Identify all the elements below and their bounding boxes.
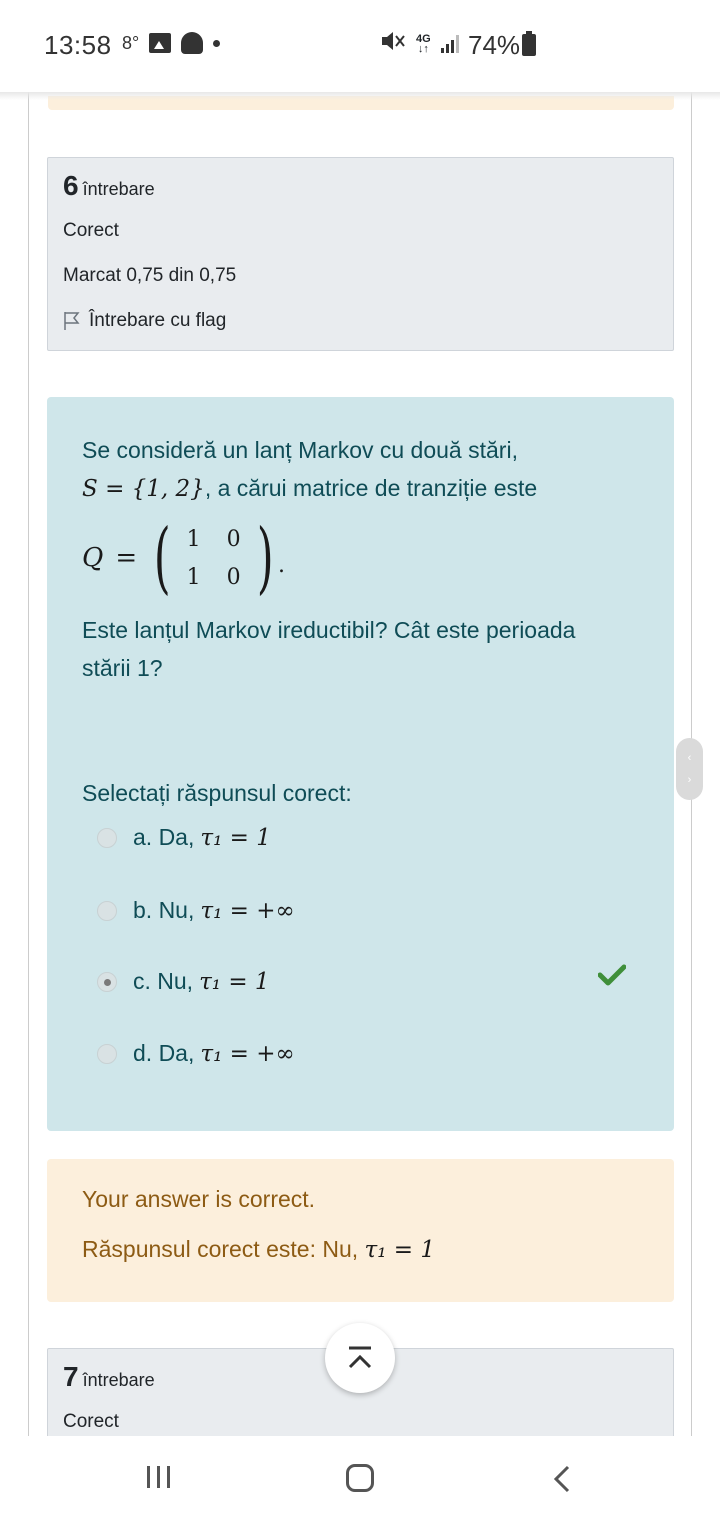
question-line: Este lanțul Markov ireductibil? Cât este… [82,617,576,643]
battery-icon [522,31,536,56]
temperature-indicator: 8° [122,32,140,53]
question-state: Corect [63,220,119,241]
correct-answer-line: Răspunsul corect este: Nu, τ₁ = 1 [82,1236,436,1263]
edge-panel-handle[interactable]: ‹ › [676,738,703,800]
option-math: τ₁ = 1 [200,824,271,851]
home-button[interactable] [346,1464,374,1492]
top-shadow [0,92,720,100]
matrix-variable: Q [82,543,104,573]
gallery-icon [149,33,172,53]
system-nav-bar [0,1436,720,1520]
scroll-to-top-button[interactable] [325,1323,395,1393]
radio-button[interactable] [97,827,117,848]
flag-question-link[interactable]: Întrebare cu flag [63,310,226,332]
answer-option-d[interactable]: d. Da, τ₁ = +∞ [97,1040,295,1067]
option-math: τ₁ = 1 [199,968,270,995]
answer-prompt: Selectați răspunsul corect: [82,780,352,806]
question-info-box: 6 întrebare Corect Marcat 0,75 din 0,75 Î… [47,157,674,351]
more-notifications-dot-icon [213,39,221,47]
radio-button[interactable] [97,900,117,921]
right-paren-icon: ) [256,513,274,603]
flag-icon [63,311,81,331]
chevron-down-icon: › [687,774,692,786]
snapchat-icon [181,32,204,54]
left-paren-icon: ( [153,513,171,603]
question-number: 7 întrebare [63,1361,155,1392]
matrix-equals: = [115,543,138,573]
recents-button[interactable] [147,1466,170,1488]
back-icon [553,1465,570,1493]
answer-option-c[interactable]: c. Nu, τ₁ = 1 [97,968,270,995]
matrix-cell: 1 [186,526,201,552]
battery-percent: 74% [468,30,521,60]
question-number: 6 întrebare [63,170,155,201]
answer-option-b[interactable]: b. Nu, τ₁ = +∞ [97,897,295,924]
question-intro: Se consideră un lanț Markov cu două stăr… [82,437,518,463]
back-button[interactable] [552,1464,572,1499]
scroll-to-top-icon [348,1346,372,1369]
transition-matrix: Q = ( 1 0 1 0 ) . [82,515,285,601]
radio-button[interactable] [97,1043,117,1064]
network-type-icon: 4G ↓↑ [416,33,431,55]
chevron-up-icon: ‹ [687,752,692,764]
mute-icon [380,30,406,58]
answer-option-a[interactable]: a. Da, τ₁ = 1 [97,824,271,851]
matrix-cell: 0 [226,526,241,552]
question-text-box: Se consideră un lanț Markov cu două stăr… [47,397,674,1131]
state-space-math: S = {1, 2} [82,476,205,502]
radio-button-selected[interactable] [97,971,117,992]
question-line: stării 1? [82,655,163,681]
clock: 13:58 [44,30,112,60]
status-bar: 13:58 8° 4G ↓↑ 74% [0,0,720,92]
option-math: τ₁ = +∞ [200,897,295,924]
option-math: τ₁ = +∞ [200,1040,295,1067]
signal-icon [440,35,459,53]
flag-label: Întrebare cu flag [89,310,227,331]
matrix-cell: 0 [226,564,241,590]
correct-answer-math: τ₁ = 1 [364,1237,436,1263]
state-space-line: S = {1, 2}, a cărui matrice de tranziție… [82,475,538,502]
correct-check-icon [597,964,627,986]
feedback-box: Your answer is correct. Răspunsul corect… [47,1159,674,1302]
question-state: Corect [63,1411,119,1432]
matrix-period: . [278,552,285,578]
matrix-entries: 1 0 1 0 [174,520,254,596]
feedback-result: Your answer is correct. [82,1186,316,1212]
notification-icons: 8° [122,32,221,54]
matrix-cell: 1 [186,564,201,590]
question-mark: Marcat 0,75 din 0,75 [63,265,237,286]
